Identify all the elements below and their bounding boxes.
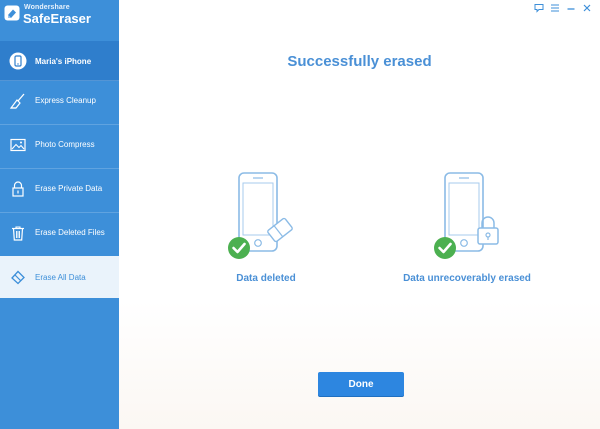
sidebar-item-erase-deleted-files[interactable]: Erase Deleted Files bbox=[0, 212, 119, 252]
phone-icon bbox=[9, 52, 27, 70]
broom-icon bbox=[9, 92, 27, 110]
lock-icon bbox=[9, 180, 27, 198]
brand: Wondershare SafeEraser bbox=[0, 0, 119, 40]
menu-icon[interactable] bbox=[550, 3, 560, 13]
sidebar-item-label: Express Cleanup bbox=[35, 96, 96, 105]
main-panel: Successfully erased Data deleted Data un… bbox=[119, 0, 600, 429]
sidebar-item-label: Erase Private Data bbox=[35, 184, 103, 193]
sidebar-item-device[interactable]: Maria's iPhone bbox=[0, 41, 119, 81]
minimize-icon[interactable] bbox=[566, 3, 576, 13]
sidebar-item-label: Erase Deleted Files bbox=[35, 228, 105, 237]
safeeraser-logo-icon bbox=[4, 5, 20, 21]
result-label-deleted: Data deleted bbox=[236, 273, 296, 284]
page-title: Successfully erased bbox=[287, 53, 432, 70]
feedback-icon[interactable] bbox=[534, 3, 544, 13]
sidebar-item-photo-compress[interactable]: Photo Compress bbox=[0, 124, 119, 164]
eraser-icon bbox=[9, 268, 27, 286]
app-window: Wondershare SafeEraser Maria's iPhone Ex… bbox=[0, 0, 600, 429]
photo-icon bbox=[9, 136, 27, 154]
close-icon[interactable] bbox=[582, 3, 592, 13]
brand-product: SafeEraser bbox=[23, 11, 91, 26]
phone-lock-icon bbox=[431, 170, 511, 265]
sidebar: Wondershare SafeEraser Maria's iPhone Ex… bbox=[0, 0, 119, 429]
result-label-erased: Data unrecoverably erased bbox=[403, 273, 531, 284]
done-button[interactable]: Done bbox=[318, 372, 404, 396]
phone-eraser-icon bbox=[227, 170, 307, 265]
trash-icon bbox=[9, 224, 27, 242]
window-controls bbox=[534, 3, 592, 13]
brand-company: Wondershare bbox=[24, 4, 70, 11]
sidebar-item-label: Maria's iPhone bbox=[35, 56, 92, 66]
sidebar-item-label: Photo Compress bbox=[35, 140, 95, 149]
sidebar-item-erase-private-data[interactable]: Erase Private Data bbox=[0, 168, 119, 208]
sidebar-item-label: Erase All Data bbox=[35, 272, 86, 282]
sidebar-item-express-cleanup[interactable]: Express Cleanup bbox=[0, 80, 119, 120]
sidebar-item-erase-all-data[interactable]: Erase All Data bbox=[0, 256, 119, 298]
